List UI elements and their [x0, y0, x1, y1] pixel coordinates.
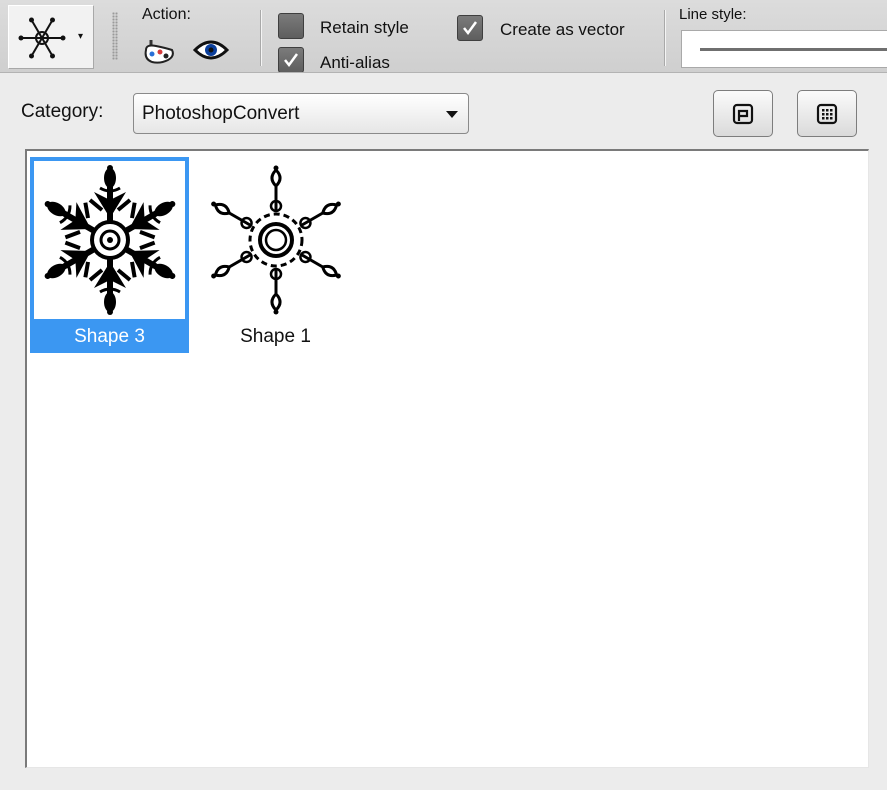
eye-icon[interactable]	[193, 36, 229, 64]
toolbar-grip[interactable]	[112, 12, 118, 60]
checkmark-icon	[284, 53, 299, 68]
anti-alias-checkbox[interactable]	[278, 47, 304, 72]
retain-style-label: Retain style	[320, 18, 409, 37]
create-as-vector-label: Create as vector	[500, 20, 625, 39]
chevron-down-icon[interactable]: ▾	[78, 32, 83, 42]
retain-style-checkbox[interactable]	[278, 13, 304, 39]
checkmark-icon	[463, 21, 478, 36]
snowflake-shape-icon	[18, 17, 66, 59]
line-style-dropdown[interactable]	[681, 30, 887, 68]
shape-thumbnail	[196, 157, 355, 323]
toolbar-separator	[260, 10, 262, 66]
library-view-button[interactable]	[713, 90, 773, 137]
snowflake-shape-icon	[35, 165, 185, 315]
grid-view-button[interactable]	[797, 90, 857, 137]
chevron-down-icon	[446, 111, 458, 118]
shape-name-label: Shape 1	[240, 326, 311, 347]
anti-alias-label: Anti-alias	[320, 53, 390, 72]
shape-tile-shape-3[interactable]: Shape 3	[27, 157, 192, 353]
grid-view-icon	[816, 103, 838, 125]
shape-picker[interactable]: ▾	[8, 5, 94, 69]
shape-thumbnail	[30, 157, 189, 323]
shape-library-grid[interactable]: Shape 3 Shape 1	[25, 149, 869, 768]
tool-options-bar: ▾ Action: Retain style Anti-alias Create…	[0, 0, 887, 73]
category-label: Category:	[21, 101, 104, 122]
line-style-label: Line style:	[679, 6, 747, 23]
line-style-preview	[700, 48, 887, 51]
shape-tile-shape-1[interactable]: Shape 1	[193, 157, 358, 353]
paint-palette-icon[interactable]	[142, 36, 176, 64]
action-label: Action:	[142, 6, 191, 23]
toolbar-separator	[664, 10, 666, 66]
library-view-icon	[732, 103, 754, 125]
shape-name-label: Shape 3	[30, 323, 189, 353]
create-as-vector-checkbox[interactable]	[457, 15, 483, 41]
snowflake-shape-icon	[206, 165, 345, 315]
category-select-value: PhotoshopConvert	[142, 103, 300, 124]
category-select[interactable]: PhotoshopConvert	[133, 93, 469, 134]
